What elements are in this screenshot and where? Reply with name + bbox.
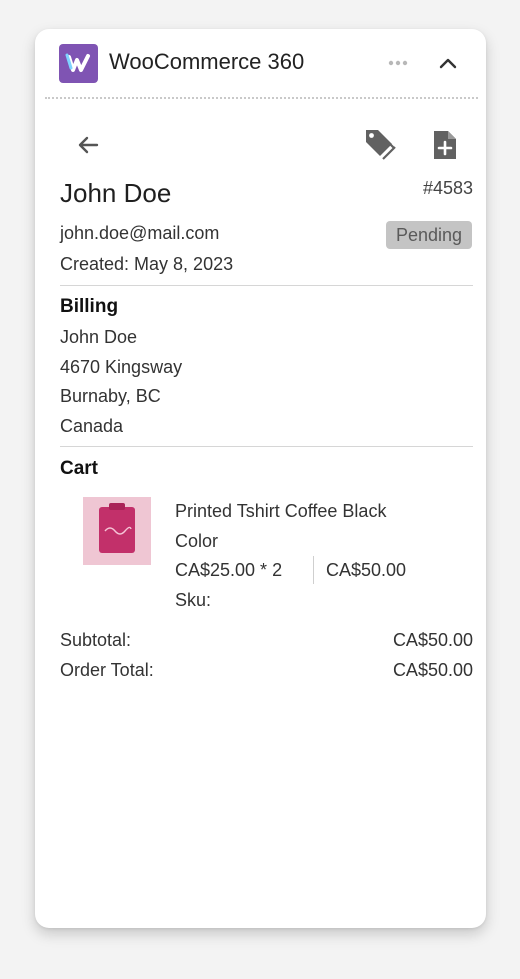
cart-item-name-cont: Color bbox=[175, 531, 219, 551]
tag-icon bbox=[366, 130, 396, 160]
billing-country: Canada bbox=[60, 416, 124, 436]
customer-name: John Doe bbox=[60, 178, 172, 208]
tag-button[interactable] bbox=[363, 126, 397, 162]
cart-item-price-qty: CA$25.00 * 2 bbox=[175, 560, 283, 580]
price-separator bbox=[313, 556, 314, 584]
back-button[interactable] bbox=[73, 130, 103, 160]
billing-city: Burnaby, BC bbox=[60, 386, 161, 406]
created-date: Created: May 8, 2023 bbox=[60, 254, 234, 274]
arrow-left-icon bbox=[78, 136, 99, 154]
subtotal-label: Subtotal: bbox=[60, 630, 132, 650]
app-header: WooCommerce 360 bbox=[35, 29, 486, 97]
add-note-button[interactable] bbox=[429, 128, 461, 162]
cart-item-sku: Sku: bbox=[175, 590, 212, 610]
subtotal-value: CA$50.00 bbox=[392, 630, 473, 650]
more-options-button[interactable] bbox=[385, 51, 411, 75]
header-divider bbox=[45, 97, 478, 99]
order-total-label: Order Total: bbox=[60, 660, 154, 680]
order-number: #4583 bbox=[422, 178, 473, 198]
billing-street: 4670 Kingsway bbox=[60, 357, 183, 377]
add-note-icon bbox=[434, 131, 456, 159]
app-title: WooCommerce 360 bbox=[109, 49, 305, 74]
app-logo bbox=[59, 44, 98, 83]
section-divider bbox=[60, 285, 473, 286]
order-total-value: CA$50.00 bbox=[392, 660, 473, 680]
billing-name: John Doe bbox=[60, 327, 138, 347]
collapse-button[interactable] bbox=[433, 49, 463, 77]
cart-item-name: Printed Tshirt Coffee Black bbox=[175, 501, 387, 521]
chevron-up-icon bbox=[439, 58, 457, 69]
status-badge: Pending bbox=[386, 221, 472, 249]
section-divider bbox=[60, 446, 473, 447]
cart-item-total: CA$50.00 bbox=[326, 560, 407, 580]
more-dots-icon bbox=[388, 60, 408, 66]
product-thumbnail bbox=[83, 497, 151, 565]
customer-email: john.doe@mail.com bbox=[60, 223, 220, 243]
cart-title: Cart bbox=[60, 458, 99, 479]
billing-title: Billing bbox=[60, 296, 119, 317]
order-card: WooCommerce 360 John Doe #4583 john.doe@… bbox=[35, 29, 486, 928]
